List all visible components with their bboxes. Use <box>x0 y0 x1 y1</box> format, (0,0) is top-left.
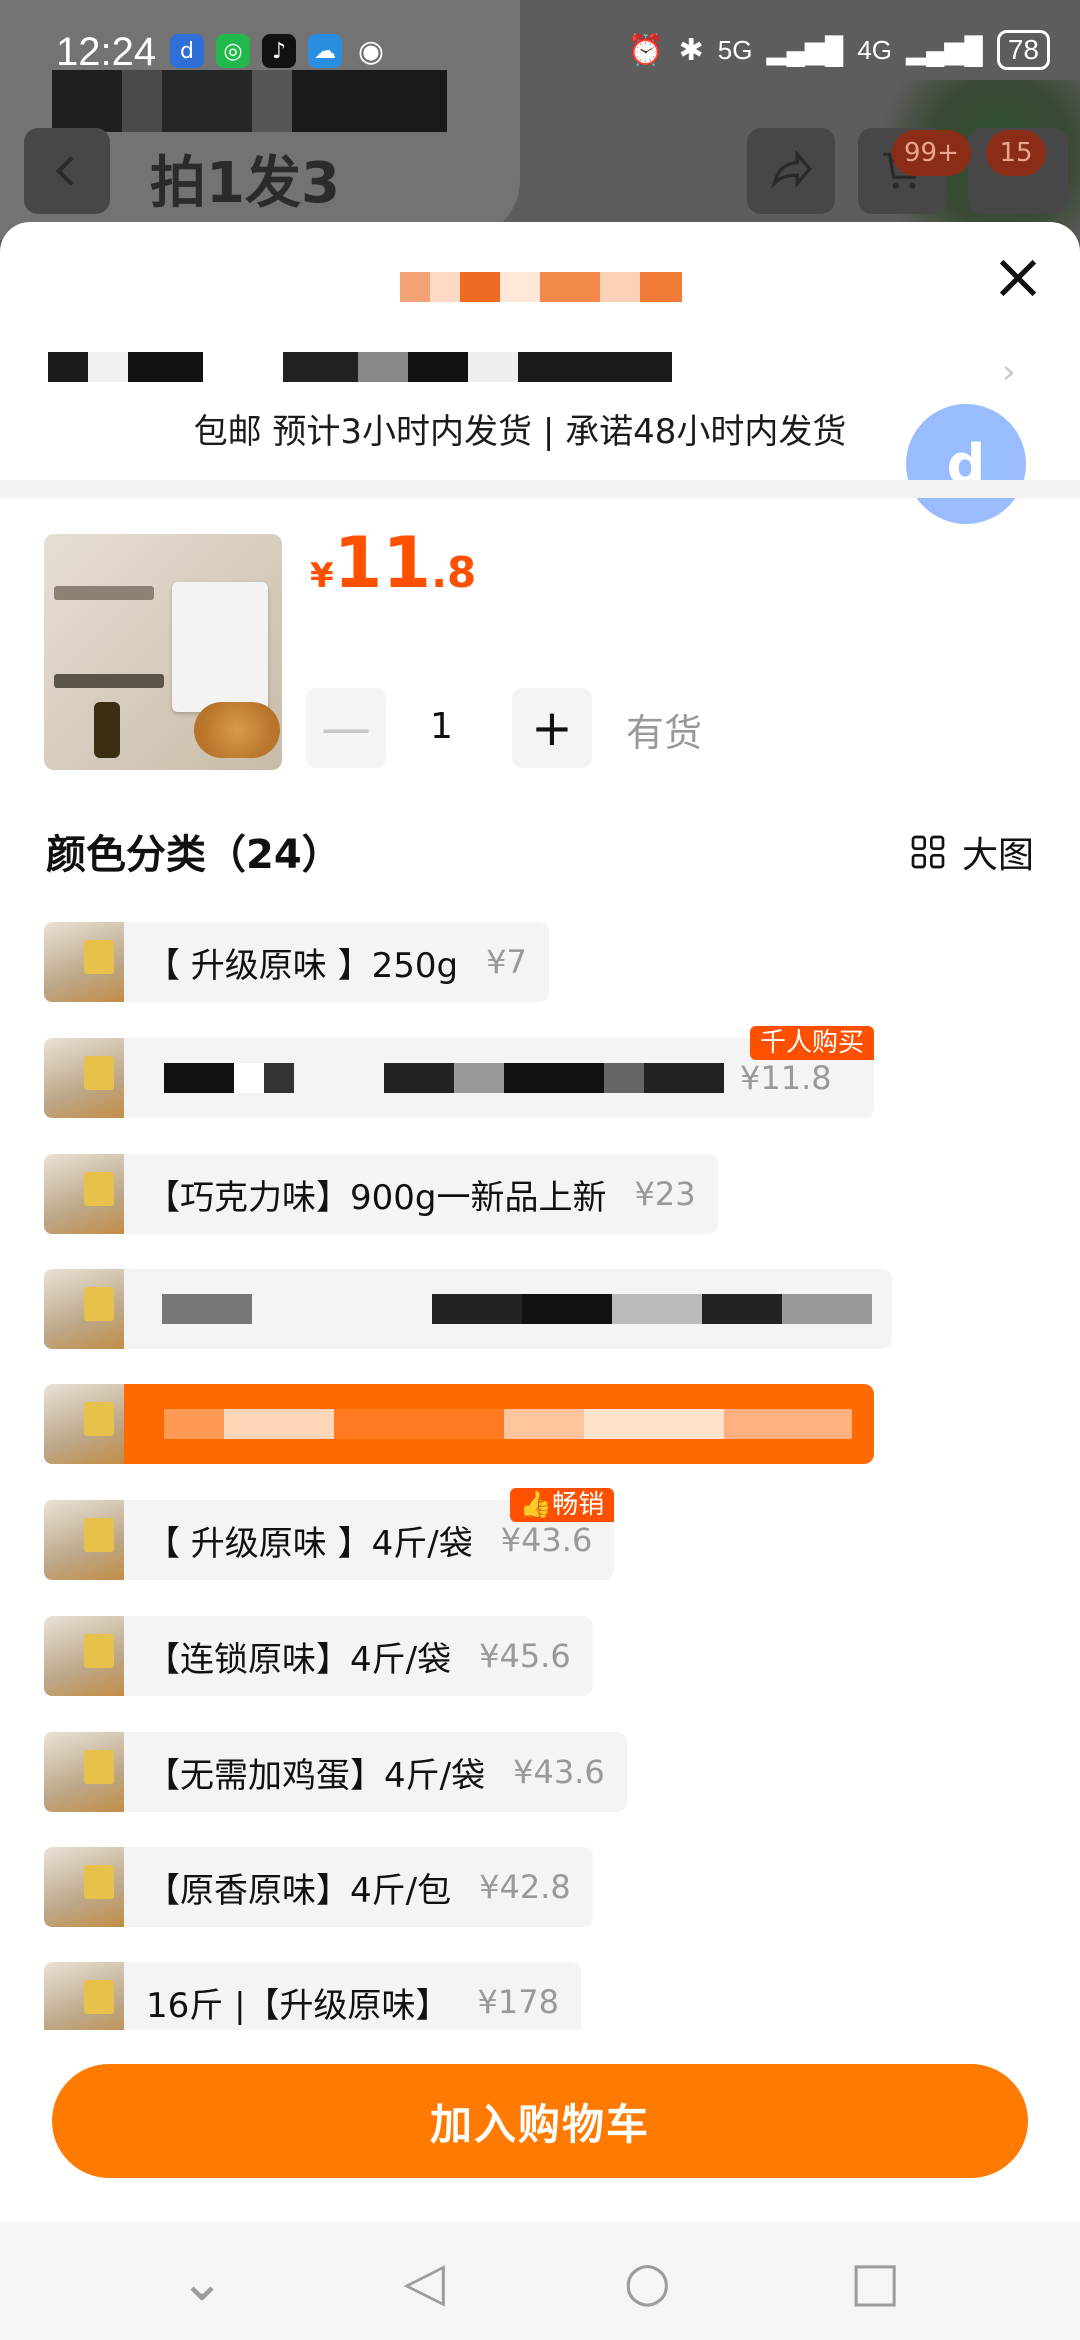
sku-thumbnail <box>44 1038 124 1118</box>
sku-thumbnail <box>44 1616 124 1696</box>
sku-label: 【 升级原味 】250g <box>146 945 459 986</box>
quantity-increase-button[interactable]: + <box>512 688 592 768</box>
share-button[interactable] <box>747 128 835 214</box>
share-icon <box>771 149 812 189</box>
chevron-down-icon[interactable]: ⌄ <box>179 2250 224 2313</box>
eye-icon: ◉ <box>357 33 385 69</box>
sku-selection-sheet: › 包邮 预计3小时内发货 | 承诺48小时内发货 d ¥11.8 — 1 + … <box>0 222 1080 2340</box>
alarm-icon: ⏰ <box>627 33 665 67</box>
sku-option[interactable]: 【 升级原味 】250g ¥7 <box>44 922 549 1002</box>
signal-bars-icon: ▂▄▆█ <box>766 34 844 65</box>
chevron-left-icon <box>55 156 74 186</box>
sku-label: 【连锁原味】4斤/袋 <box>146 1639 452 1680</box>
sku-thumbnail <box>44 1384 124 1464</box>
redacted-sku-label <box>162 1294 872 1324</box>
sku-price: ¥178 <box>477 1983 559 2021</box>
sku-price: ¥43.6 <box>500 1521 593 1559</box>
status-time: 12:24 <box>56 30 157 74</box>
bluetooth-icon: ✱ <box>678 33 704 67</box>
sku-label: 【原香原味】4斤/包 <box>146 1870 452 1911</box>
sku-price: ¥43.6 <box>513 1753 605 1791</box>
sku-tag: 千人购买 <box>749 1026 874 1060</box>
home-nav-icon[interactable]: ○ <box>624 2250 671 2313</box>
stock-status: 有货 <box>626 711 703 755</box>
recents-nav-icon[interactable]: □ <box>850 2250 901 2313</box>
section-title: 颜色分类（24） <box>46 832 342 878</box>
system-nav-bar: ⌄ ◁ ○ □ <box>0 2222 1080 2340</box>
product-image[interactable] <box>44 534 282 770</box>
sku-thumbnail <box>44 1847 124 1927</box>
sku-price: ¥45.6 <box>479 1637 571 1675</box>
sku-thumbnail <box>44 1154 124 1234</box>
sku-option[interactable]: 【巧克力味】900g一新品上新 ¥23 <box>44 1154 718 1234</box>
chevron-right-icon[interactable]: › <box>1002 352 1016 392</box>
quantity-decrease-button[interactable]: — <box>306 688 386 768</box>
redacted-sheet-title <box>400 272 682 302</box>
notification-icons: d ◎ ♪ ☁ ◉ <box>170 33 388 69</box>
price: ¥11.8 <box>310 522 477 604</box>
sku-price: ¥42.8 <box>479 1868 571 1906</box>
sku-label: 16斤 |【升级原味】 <box>146 1985 450 2026</box>
battery-indicator: 78 <box>996 30 1050 70</box>
big-view-label: 大图 <box>962 835 1035 876</box>
close-icon[interactable] <box>990 250 1046 306</box>
add-to-cart-button[interactable]: 加入购物车 <box>52 2064 1028 2178</box>
tiktok-icon: ♪ <box>262 34 296 68</box>
sku-thumbnail <box>44 1732 124 1812</box>
back-button[interactable] <box>24 128 110 214</box>
sku-option[interactable]: 【原香原味】4斤/包 ¥42.8 <box>44 1847 593 1927</box>
signal-4g: 4G <box>857 34 892 65</box>
more-badge: 15 <box>986 130 1046 176</box>
sku-option[interactable]: 【连锁原味】4斤/袋 ¥45.6 <box>44 1616 593 1696</box>
cart-badge: 99+ <box>892 130 971 176</box>
page-title: 拍1发3 <box>150 151 340 216</box>
sku-option[interactable]: 【 升级原味 】4斤/袋 ¥43.6 👍畅销 <box>44 1488 615 1580</box>
divider <box>0 480 1080 498</box>
sku-price: ¥11.8 <box>740 1059 832 1097</box>
sku-thumbnail <box>44 922 124 1002</box>
weather-icon: ☁ <box>308 34 342 68</box>
sku-option[interactable]: ¥11.8 千人购买 <box>44 1026 874 1118</box>
thumbs-up-icon: 👍 <box>519 1490 553 1520</box>
wechat-icon: ◎ <box>216 34 250 68</box>
signal-5g: 5G <box>717 34 753 65</box>
back-nav-icon[interactable]: ◁ <box>403 2250 445 2313</box>
sku-label: 【 升级原味 】4斤/袋 <box>146 1523 473 1564</box>
sku-price: ¥7 <box>486 943 527 981</box>
status-bar: 12:24 d ◎ ♪ ☁ ◉ ⏰ ✱ 5G ▂▄▆█ 4G ▂▄▆█ 78 <box>0 0 1080 106</box>
sku-thumbnail <box>44 1269 124 1349</box>
sku-price: ¥23 <box>634 1175 696 1213</box>
redacted-sku-label <box>164 1063 724 1093</box>
grid-icon <box>911 835 945 869</box>
redacted-address-row[interactable] <box>48 352 672 382</box>
sku-tag: 👍畅销 <box>509 1488 615 1522</box>
sku-label: 【无需加鸡蛋】4斤/袋 <box>146 1755 486 1796</box>
app-notification-icon: d <box>170 34 204 68</box>
sku-thumbnail <box>44 1500 124 1580</box>
sku-option[interactable]: 【无需加鸡蛋】4斤/袋 ¥43.6 <box>44 1732 627 1812</box>
sku-label: 【巧克力味】900g一新品上新 <box>146 1177 607 1218</box>
signal-bars-icon-2: ▂▄▆█ <box>906 34 983 65</box>
sku-option[interactable] <box>44 1269 892 1349</box>
quantity-value[interactable]: 1 <box>430 706 453 747</box>
redacted-sku-label <box>164 1409 852 1439</box>
big-view-toggle[interactable]: 大图 <box>908 826 1034 878</box>
sku-option-selected[interactable] <box>44 1384 874 1464</box>
floating-assistant-icon[interactable]: d <box>906 404 1026 524</box>
